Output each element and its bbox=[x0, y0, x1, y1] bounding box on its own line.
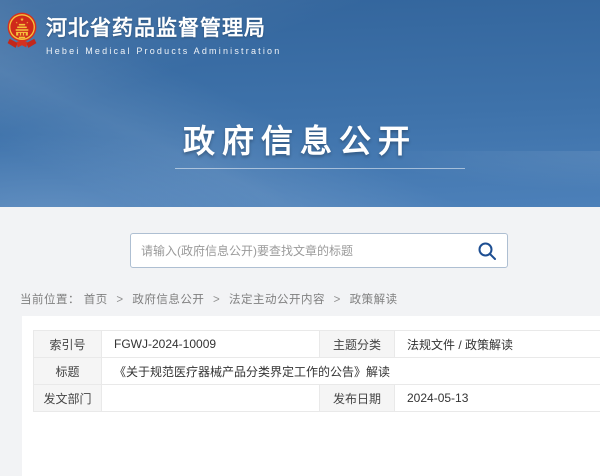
breadcrumb: 当前位置： 首页 > 政府信息公开 > 法定主动公开内容 > 政策解读 bbox=[20, 291, 398, 307]
search-icon bbox=[477, 241, 497, 261]
breadcrumb-item-policy-interpretation[interactable]: 政策解读 bbox=[350, 294, 398, 306]
index-number-value: FGWJ-2024-10009 bbox=[102, 331, 320, 358]
breadcrumb-item-statutory-content[interactable]: 法定主动公开内容 bbox=[229, 294, 325, 306]
agency-name-en: Hebei Medical Products Administration bbox=[46, 46, 281, 56]
topic-category-value: 法规文件 / 政策解读 bbox=[395, 331, 600, 358]
breadcrumb-separator: > bbox=[213, 294, 220, 306]
publish-date-label: 发布日期 bbox=[320, 385, 395, 412]
national-emblem-icon: ★ ★ ★ bbox=[6, 12, 38, 56]
topic-category-label: 主题分类 bbox=[320, 331, 395, 358]
breadcrumb-item-home[interactable]: 首页 bbox=[84, 294, 108, 306]
title-value: 《关于规范医疗器械产品分类界定工作的公告》解读 bbox=[102, 358, 600, 385]
title-label: 标题 bbox=[34, 358, 102, 385]
breadcrumb-prefix: 当前位置： bbox=[20, 294, 80, 306]
issuing-department-value bbox=[102, 385, 320, 412]
search-input[interactable] bbox=[131, 234, 507, 267]
brand-text: 河北省药品监督管理局 Hebei Medical Products Admini… bbox=[46, 12, 281, 56]
breadcrumb-item-info-disclosure[interactable]: 政府信息公开 bbox=[132, 294, 204, 306]
table-row: 发文部门 发布日期 2024-05-13 bbox=[34, 385, 600, 412]
title-underline bbox=[175, 168, 465, 169]
publish-date-value: 2024-05-13 bbox=[395, 385, 600, 412]
site-brand[interactable]: ★ ★ ★ 河北省药品监督管理局 Hebei Medical Products … bbox=[6, 12, 281, 56]
breadcrumb-separator: > bbox=[334, 294, 341, 306]
page-title: 政府信息公开 bbox=[0, 116, 600, 162]
search-bar bbox=[130, 233, 508, 268]
index-number-label: 索引号 bbox=[34, 331, 102, 358]
issuing-department-label: 发文部门 bbox=[34, 385, 102, 412]
page-header: ★ ★ ★ 河北省药品监督管理局 Hebei Medical Products … bbox=[0, 0, 600, 207]
table-row: 索引号 FGWJ-2024-10009 主题分类 法规文件 / 政策解读 bbox=[34, 331, 600, 358]
search-button[interactable] bbox=[477, 241, 497, 261]
breadcrumb-separator: > bbox=[116, 294, 123, 306]
svg-text:★: ★ bbox=[20, 17, 24, 23]
table-row: 标题 《关于规范医疗器械产品分类界定工作的公告》解读 bbox=[34, 358, 600, 385]
document-info-card: 索引号 FGWJ-2024-10009 主题分类 法规文件 / 政策解读 标题 … bbox=[22, 316, 600, 476]
agency-name-cn: 河北省药品监督管理局 bbox=[46, 17, 281, 40]
